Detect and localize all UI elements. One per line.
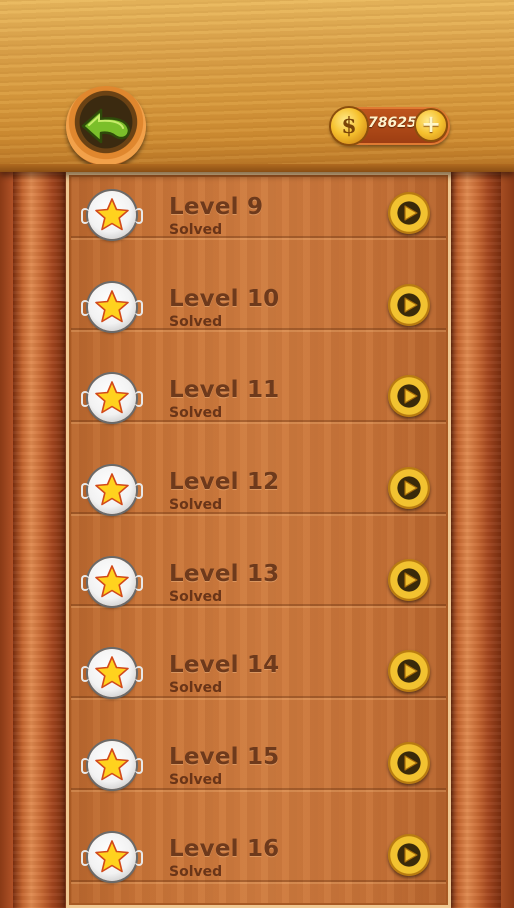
star-icon bbox=[95, 656, 129, 689]
level-title: Level 14 bbox=[169, 652, 280, 678]
star-icon bbox=[95, 381, 129, 414]
dollar-coin-icon: $ bbox=[331, 108, 367, 144]
level-status: Solved bbox=[169, 864, 223, 880]
level-status: Solved bbox=[169, 772, 223, 788]
star-badge bbox=[81, 466, 143, 514]
level-row[interactable]: Level 10 Solved bbox=[66, 264, 451, 356]
coin-symbol: $ bbox=[341, 113, 357, 139]
level-row[interactable]: Level 16 Solved bbox=[66, 814, 451, 906]
play-button[interactable] bbox=[388, 375, 430, 417]
level-title: Level 10 bbox=[169, 286, 280, 312]
level-status: Solved bbox=[169, 497, 223, 513]
star-icon bbox=[95, 748, 129, 781]
play-icon bbox=[400, 296, 418, 314]
level-row[interactable]: Level 11 Solved bbox=[66, 355, 451, 447]
star-icon bbox=[95, 840, 129, 873]
play-button[interactable] bbox=[388, 467, 430, 509]
play-icon bbox=[400, 571, 418, 589]
play-button[interactable] bbox=[388, 284, 430, 326]
level-row[interactable]: Level 13 Solved bbox=[66, 539, 451, 631]
level-status: Solved bbox=[169, 314, 223, 330]
play-icon bbox=[400, 846, 418, 864]
star-badge bbox=[81, 558, 143, 606]
back-button[interactable] bbox=[66, 86, 146, 166]
level-status: Solved bbox=[169, 405, 223, 421]
level-title: Level 12 bbox=[169, 469, 280, 495]
play-icon bbox=[400, 479, 418, 497]
star-badge bbox=[81, 283, 143, 331]
back-arrow-icon bbox=[81, 108, 131, 144]
play-button[interactable] bbox=[388, 192, 430, 234]
play-button[interactable] bbox=[388, 650, 430, 692]
star-icon bbox=[95, 198, 129, 231]
level-row[interactable]: Level 14 Solved bbox=[66, 630, 451, 722]
level-select-screen: $ 78625 + Level 9 Solved Level 10 Solved bbox=[0, 0, 514, 908]
level-title: Level 16 bbox=[169, 836, 280, 862]
star-icon bbox=[95, 290, 129, 323]
star-badge bbox=[81, 741, 143, 789]
top-header-bar: $ 78625 + bbox=[0, 0, 514, 172]
level-row[interactable]: Level 9 Solved bbox=[66, 172, 451, 264]
add-coins-button[interactable]: + bbox=[416, 110, 446, 140]
play-icon bbox=[400, 662, 418, 680]
right-wood-pillar bbox=[449, 172, 501, 908]
level-row[interactable]: Level 12 Solved bbox=[66, 447, 451, 539]
play-icon bbox=[400, 204, 418, 222]
star-badge bbox=[81, 374, 143, 422]
level-status: Solved bbox=[169, 222, 223, 238]
left-wood-pillar bbox=[13, 172, 65, 908]
coin-amount: 78625 bbox=[368, 115, 417, 131]
level-title: Level 11 bbox=[169, 377, 280, 403]
level-status: Solved bbox=[169, 680, 223, 696]
play-icon bbox=[400, 387, 418, 405]
star-badge bbox=[81, 191, 143, 239]
level-title: Level 9 bbox=[169, 194, 264, 220]
play-button[interactable] bbox=[388, 834, 430, 876]
star-badge bbox=[81, 833, 143, 881]
level-title: Level 13 bbox=[169, 561, 280, 587]
play-button[interactable] bbox=[388, 559, 430, 601]
level-row[interactable]: Level 15 Solved bbox=[66, 722, 451, 814]
play-button[interactable] bbox=[388, 742, 430, 784]
plus-icon: + bbox=[420, 110, 442, 138]
level-status: Solved bbox=[169, 589, 223, 605]
star-badge bbox=[81, 649, 143, 697]
star-icon bbox=[95, 565, 129, 598]
play-icon bbox=[400, 754, 418, 772]
level-title: Level 15 bbox=[169, 744, 280, 770]
star-icon bbox=[95, 473, 129, 506]
